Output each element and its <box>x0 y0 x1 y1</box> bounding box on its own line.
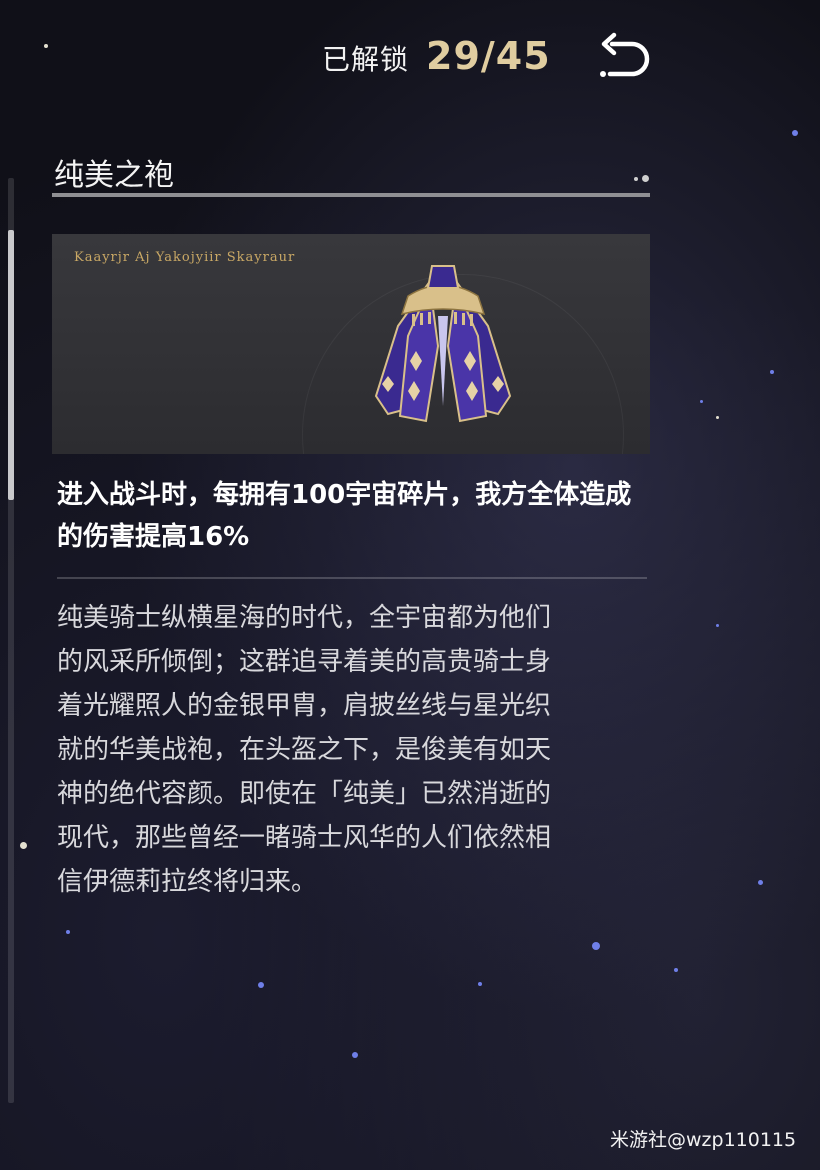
back-button[interactable] <box>596 30 656 86</box>
cloak-icon <box>374 265 512 423</box>
unlock-count: 29/45 <box>426 34 551 78</box>
top-bar: 已解锁 29/45 <box>0 0 820 110</box>
scrollbar[interactable] <box>8 178 14 1103</box>
title-ornament <box>630 168 649 187</box>
item-title: 纯美之袍 <box>54 158 174 193</box>
item-banner: Kaayrjr Aj Yakojyiir Skayraur <box>52 234 650 454</box>
section-divider <box>57 577 647 579</box>
item-effect: 进入战斗时，每拥有100宇宙碎片，我方全体造成的伤害提高16% <box>57 480 632 552</box>
item-lore: 纯美骑士纵横星海的时代，全宇宙都为他们 的风采所倾倒；这群追寻着美的高贵骑士身 … <box>57 603 552 897</box>
banner-script-text: Kaayrjr Aj Yakojyiir Skayraur <box>74 250 296 265</box>
watermark: 米游社@wzp110115 <box>610 1129 797 1151</box>
title-divider <box>52 193 650 197</box>
back-arrow-icon <box>600 32 650 77</box>
unlock-label: 已解锁 <box>322 43 410 76</box>
scroll-thumb[interactable] <box>8 230 14 500</box>
